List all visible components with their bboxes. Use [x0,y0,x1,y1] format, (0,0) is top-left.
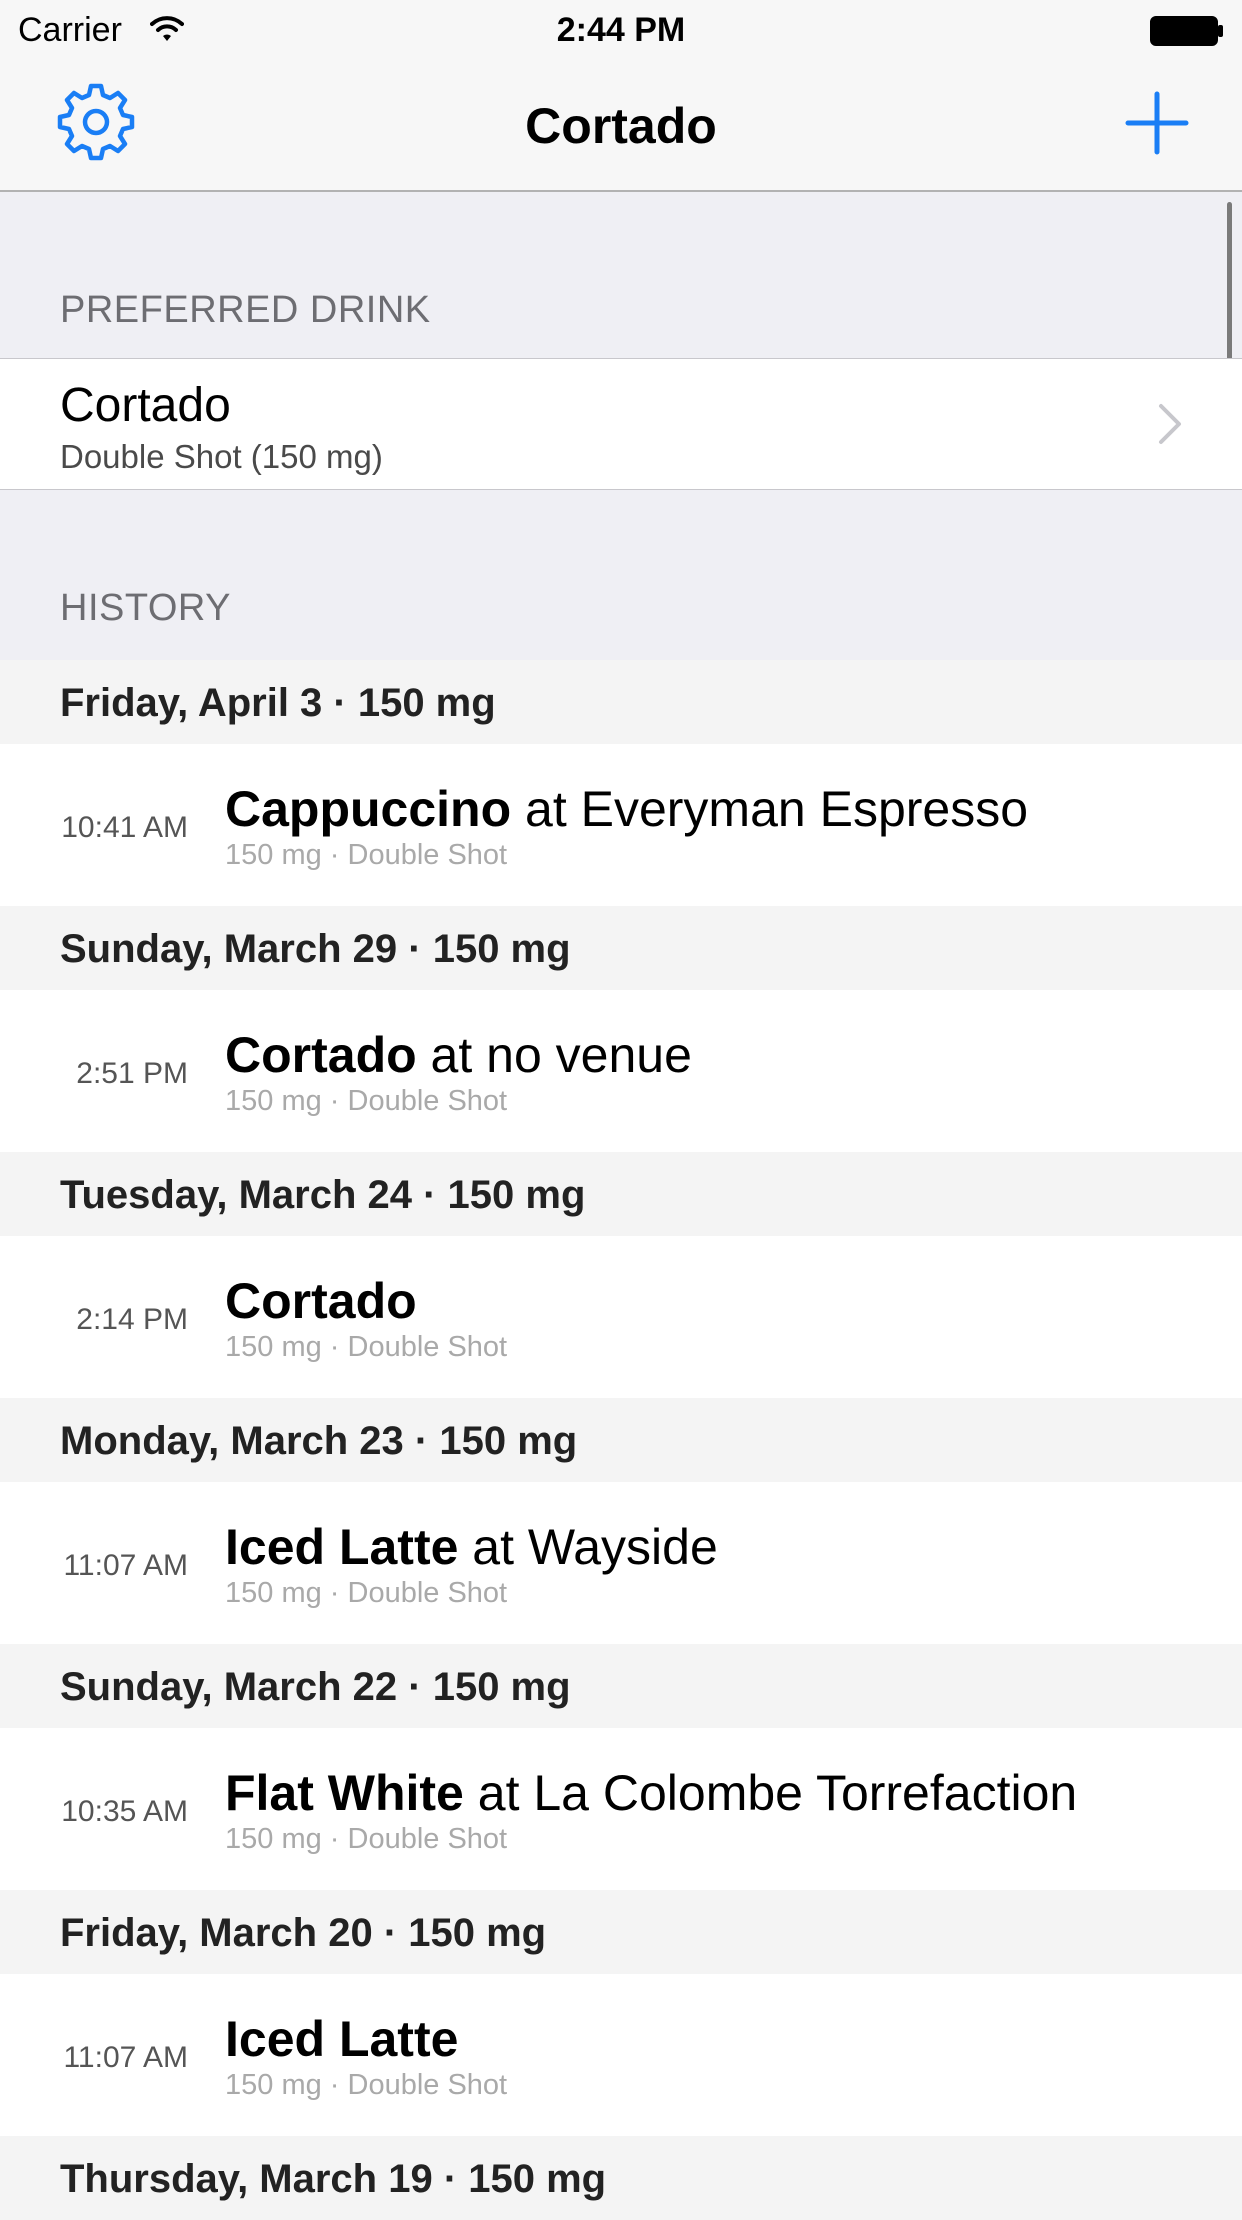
entry-detail: 150 mg · Double Shot [225,2069,508,2101]
entry-title: Iced Latte at Wayside [225,1518,718,1576]
history-section-header: HISTORY [60,587,232,629]
history-entry-row[interactable]: 2:14 PM Cortado 150 mg · Double Shot [0,1236,1242,1398]
preferred-drink-section-header: PREFERRED DRINK [60,289,431,331]
entry-drink-name: Cortado [225,1027,417,1083]
entry-detail: 150 mg · Double Shot [225,1331,508,1363]
entry-time: 2:14 PM [76,1303,188,1336]
page-title: Cortado [525,98,717,154]
day-header: Sunday, March 22 · 150 mg [0,1644,1242,1728]
status-bar: Carrier 2:44 PM [0,0,1242,60]
day-header: Friday, April 3 · 150 mg [0,660,1242,744]
preferred-drink-name: Cortado [60,379,231,432]
entry-venue: at no venue [416,1027,692,1083]
day-header: Tuesday, March 24 · 150 mg [0,1152,1242,1236]
entry-title: Cappuccino at Everyman Espresso [225,780,1028,838]
entry-title: Cortado at no venue [225,1026,692,1084]
entry-title: Cortado [225,1272,417,1330]
day-header-label: Tuesday, March 24 · 150 mg [60,1173,586,1217]
entry-time: 10:41 AM [61,811,188,844]
entry-drink-name: Iced Latte [225,1519,459,1575]
entry-drink-name: Cappuccino [225,781,512,837]
history-list: Friday, April 3 · 150 mg 10:41 AM Cappuc… [0,660,1242,2220]
day-header: Monday, March 23 · 150 mg [0,1398,1242,1482]
status-time: 2:44 PM [556,11,686,49]
day-header-label: Sunday, March 22 · 150 mg [60,1665,571,1709]
history-entry-row[interactable]: 10:35 AM Flat White at La Colombe Torref… [0,1728,1242,1890]
day-header-label: Friday, April 3 · 150 mg [60,681,496,725]
entry-time: 10:35 AM [61,1795,188,1828]
preferred-drink-detail: Double Shot (150 mg) [60,438,383,475]
entry-title: Flat White at La Colombe Torrefaction [225,1764,1077,1822]
day-header: Friday, March 20 · 150 mg [0,1890,1242,1974]
chevron-right-icon [1159,404,1181,444]
entry-drink-name: Cortado [225,1273,417,1329]
entry-venue: at Wayside [458,1519,718,1575]
day-header-label: Monday, March 23 · 150 mg [60,1419,578,1463]
preferred-drink-cell[interactable]: Cortado Double Shot (150 mg) [0,358,1242,490]
history-entry-row[interactable]: 11:07 AM Iced Latte at Wayside 150 mg · … [0,1482,1242,1644]
entry-venue: at La Colombe Torrefaction [463,1765,1078,1821]
entry-detail: 150 mg · Double Shot [225,839,508,871]
entry-time: 11:07 AM [63,1549,188,1582]
entry-drink-name: Iced Latte [225,2011,459,2067]
navigation-bar: Cortado [0,60,1242,192]
entry-title: Iced Latte [225,2010,458,2068]
entry-time: 11:07 AM [63,2041,188,2074]
entry-time: 2:51 PM [76,1057,188,1090]
history-entry-row[interactable]: 2:51 PM Cortado at no venue 150 mg · Dou… [0,990,1242,1152]
day-header: Thursday, March 19 · 150 mg [0,2136,1242,2220]
day-header-label: Friday, March 20 · 150 mg [60,1911,547,1955]
plus-icon[interactable] [1124,90,1190,156]
day-header-label: Thursday, March 19 · 150 mg [60,2157,607,2201]
entry-drink-name: Flat White [225,1765,464,1821]
day-header: Sunday, March 29 · 150 mg [0,906,1242,990]
entry-detail: 150 mg · Double Shot [225,1577,508,1609]
day-header-label: Sunday, March 29 · 150 mg [60,927,571,971]
entry-detail: 150 mg · Double Shot [225,1823,508,1855]
entry-detail: 150 mg · Double Shot [225,1085,508,1117]
entry-venue: at Everyman Espresso [511,781,1029,837]
battery-icon [1150,16,1223,46]
history-entry-row[interactable]: 11:07 AM Iced Latte 150 mg · Double Shot [0,1974,1242,2136]
history-entry-row[interactable]: 10:41 AM Cappuccino at Everyman Espresso… [0,744,1242,906]
